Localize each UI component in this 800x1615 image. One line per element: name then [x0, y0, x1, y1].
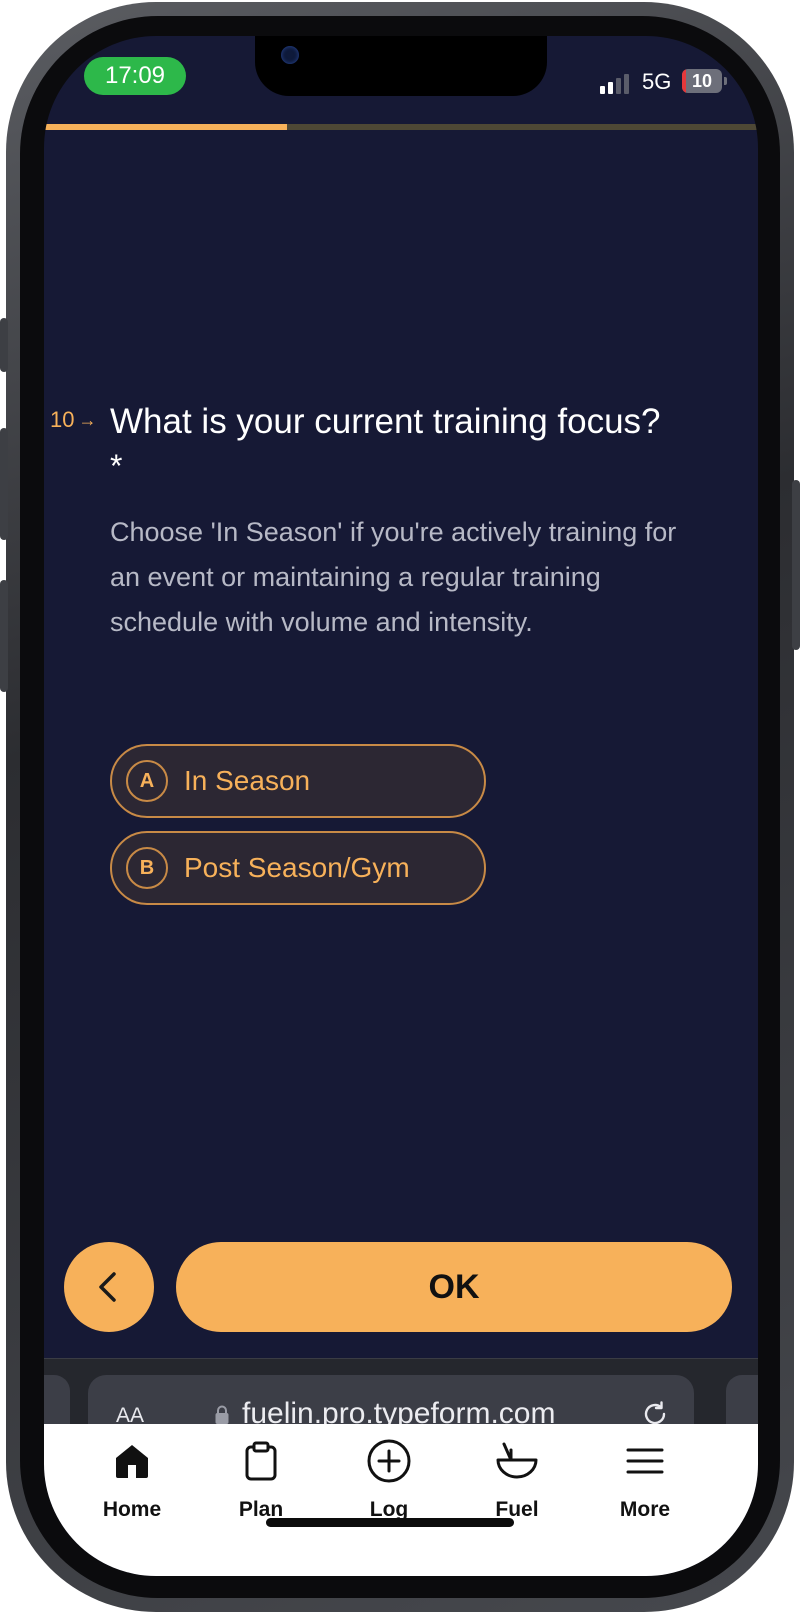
- tab-fuel[interactable]: Fuel: [462, 1438, 572, 1522]
- clipboard-icon: [245, 1441, 277, 1481]
- question-title: What is your current training focus?: [110, 402, 661, 441]
- chevron-left-icon: [99, 1272, 116, 1302]
- tab-more[interactable]: More: [590, 1438, 700, 1522]
- choice-key: B: [126, 847, 168, 889]
- menu-icon: [626, 1448, 664, 1474]
- back-button[interactable]: [64, 1242, 154, 1332]
- bowl-icon: [496, 1442, 538, 1479]
- lock-icon: [215, 1405, 229, 1424]
- camera-notch: [255, 36, 547, 96]
- signal-icon: [600, 74, 629, 94]
- battery-level: 10: [691, 70, 713, 91]
- home-icon: [116, 1445, 148, 1478]
- home-indicator: [266, 1518, 514, 1527]
- progress-fill: [44, 124, 287, 130]
- volume-up-button: [0, 428, 8, 540]
- choice-post-season[interactable]: B Post Season/Gym: [110, 831, 486, 905]
- choice-in-season[interactable]: A In Season: [110, 744, 486, 818]
- network-label: 5G: [642, 69, 672, 94]
- choice-key: A: [126, 760, 168, 802]
- ok-button[interactable]: OK: [176, 1242, 732, 1332]
- battery-nub: [724, 77, 727, 85]
- tab-label: Home: [102, 1498, 162, 1521]
- progress-bar: [44, 124, 758, 130]
- required-marker: *: [110, 448, 123, 484]
- screen: 17:09 5G 10 10 → What is your current tr…: [44, 36, 758, 1576]
- browser-toolbar: AA fuelin.pro.typeform.com: [44, 1358, 758, 1445]
- tab-plan[interactable]: Plan: [206, 1438, 316, 1522]
- plus-circle-icon: [367, 1439, 411, 1483]
- tab-home[interactable]: Home: [77, 1438, 187, 1522]
- question-number-text: 10: [50, 407, 75, 432]
- tab-label: More: [619, 1498, 671, 1521]
- status-time[interactable]: 17:09: [84, 57, 186, 95]
- arrow-right-icon: →: [78, 409, 97, 430]
- question-number: 10 →: [50, 407, 96, 433]
- battery-icon: 10: [682, 69, 722, 93]
- tab-log[interactable]: Log: [334, 1438, 444, 1522]
- question-description: Choose 'In Season' if you're actively tr…: [110, 517, 677, 637]
- front-camera-icon: [281, 46, 299, 64]
- choice-label: Post Season/Gym: [184, 852, 410, 883]
- mute-switch: [0, 318, 8, 372]
- power-button: [792, 480, 800, 650]
- choice-label: In Season: [184, 765, 311, 796]
- app-tab-bar: Home Plan Log Fuel More: [44, 1424, 758, 1576]
- volume-down-button: [0, 580, 8, 692]
